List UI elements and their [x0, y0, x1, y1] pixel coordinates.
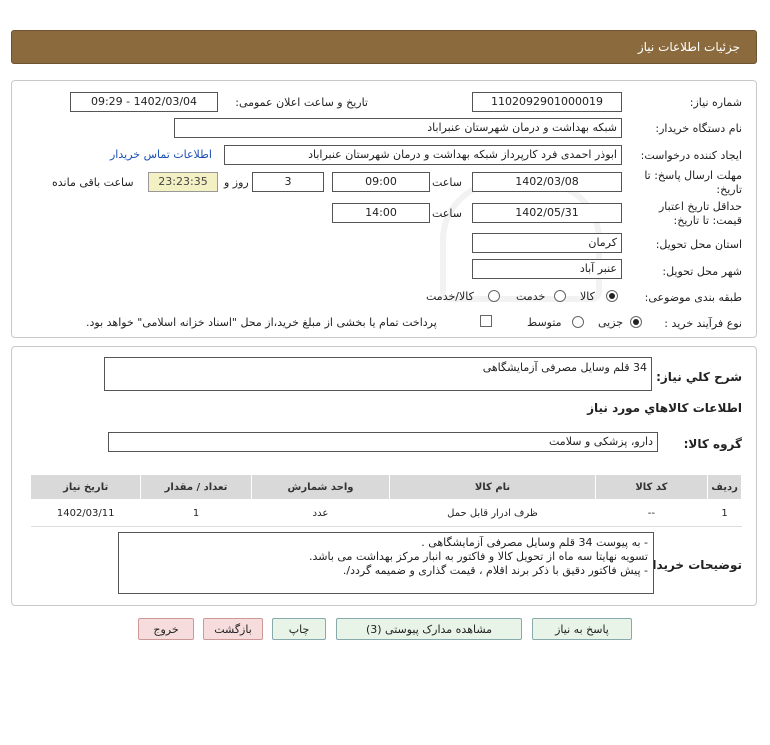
- cell-name: ظرف ادرار قابل حمل: [389, 499, 596, 527]
- deadline-date-field[interactable]: 1402/03/08: [472, 172, 622, 192]
- description-label: شرح كلي نياز:: [656, 370, 742, 384]
- deadline-label-line2: تاریخ:: [716, 183, 742, 196]
- col-unit: واحد شمارش: [250, 474, 391, 500]
- goods-group-label: گروه کالا:: [683, 437, 742, 451]
- deadline-label-line1: مهلت ارسال پاسخ: تا: [644, 169, 742, 182]
- notes-line-3: - پیش فاکتور دقیق با ذکر برند اقلام ، قی…: [342, 564, 648, 577]
- city-label: شهر محل تحویل:: [662, 265, 742, 278]
- col-row: ردیف: [707, 474, 742, 500]
- cell-date: 1402/03/11: [30, 499, 141, 527]
- exit-button[interactable]: خروج: [138, 618, 194, 640]
- remaining-time-field: 23:23:35: [148, 172, 218, 192]
- creator-label: ایجاد کننده درخواست:: [640, 149, 742, 162]
- deadline-time-field[interactable]: 09:00: [332, 172, 430, 192]
- announce-label: تاریخ و ساعت اعلان عمومی:: [235, 96, 368, 109]
- contact-buyer-link[interactable]: اطلاعات تماس خریدار: [110, 148, 212, 161]
- process-label: نوع فرآیند خرید :: [664, 317, 742, 330]
- description-field[interactable]: 34 قلم وسایل مصرفی آزمایشگاهی: [104, 357, 652, 391]
- validity-time-label: ساعت: [432, 207, 462, 220]
- announce-field[interactable]: 1402/03/04 - 09:29: [70, 92, 218, 112]
- category-option-goods: کالا: [580, 290, 595, 303]
- notes-line-2: تسویه نهایتا سه ماه از تحویل کالا و فاکت…: [308, 550, 648, 563]
- validity-label-line2: قیمت: تا تاریخ:: [673, 214, 742, 227]
- cell-code: --: [595, 499, 708, 527]
- category-option-service: خدمت: [516, 290, 546, 303]
- print-button[interactable]: چاپ: [272, 618, 326, 640]
- cell-row: 1: [707, 499, 742, 527]
- goods-table: ردیف کد کالا نام کالا واحد شمارش تعداد /…: [29, 474, 742, 527]
- process-option-medium: متوسط: [527, 316, 562, 329]
- col-code: کد کالا: [594, 474, 709, 500]
- goods-group-field[interactable]: دارو، پزشکی و سلامت: [108, 432, 658, 452]
- need-number-field[interactable]: 1102092901000019: [472, 92, 622, 112]
- creator-field[interactable]: ابوذر احمدی فرد کارپرداز شبکه بهداشت و د…: [224, 145, 622, 165]
- category-label: طبقه بندی موضوعی:: [644, 291, 742, 304]
- province-label: استان محل تحویل:: [655, 238, 742, 251]
- category-option-both: کالا/خدمت: [426, 290, 474, 303]
- page-title: جزئیات اطلاعات نیاز: [637, 40, 740, 54]
- treasury-checkbox[interactable]: [480, 315, 492, 327]
- goods-table-header: ردیف کد کالا نام کالا واحد شمارش تعداد /…: [29, 474, 742, 500]
- cell-unit: عدد: [251, 499, 390, 527]
- notes-line-1: - به پیوست 34 قلم وسایل مصرفی آزمایشگاهی…: [421, 536, 648, 549]
- validity-label-line1: حداقل تاریخ اعتبار: [658, 200, 742, 213]
- back-button[interactable]: بازگشت: [203, 618, 263, 640]
- process-radio-minor[interactable]: [630, 316, 642, 328]
- notes-label: توضیحات خریدار:: [640, 558, 742, 572]
- page-header: جزئیات اطلاعات نیاز: [11, 30, 757, 64]
- validity-date-field[interactable]: 1402/05/31: [472, 203, 622, 223]
- goods-section-title: اطلاعات کالاهاي مورد نياز: [587, 401, 742, 415]
- process-option-minor: جزیی: [598, 316, 624, 329]
- cell-qty: 1: [140, 499, 252, 527]
- payment-note: پرداخت تمام یا بخشی از مبلغ خرید،از محل …: [86, 316, 437, 329]
- process-radio-medium[interactable]: [572, 316, 584, 328]
- reply-button[interactable]: پاسخ به نیاز: [532, 618, 632, 640]
- remaining-label: ساعت باقی مانده: [52, 176, 134, 189]
- category-radio-service[interactable]: [554, 290, 566, 302]
- attachments-button[interactable]: مشاهده مدارک پیوستی (3): [336, 618, 522, 640]
- col-date: تاریخ نیاز: [29, 474, 142, 500]
- col-name: نام کالا: [389, 474, 596, 500]
- need-number-label: شماره نیاز:: [689, 96, 742, 109]
- validity-time-field[interactable]: 14:00: [332, 203, 430, 223]
- category-radio-goods[interactable]: [606, 290, 618, 302]
- buyer-org-field[interactable]: شبکه بهداشت و درمان شهرستان عنبراباد: [174, 118, 622, 138]
- buyer-org-label: نام دستگاه خریدار:: [655, 122, 742, 135]
- days-field[interactable]: 3: [252, 172, 324, 192]
- city-field[interactable]: عنبر آباد: [472, 259, 622, 279]
- col-qty: تعداد / مقدار: [140, 474, 252, 500]
- days-label: روز و: [224, 176, 249, 189]
- deadline-time-label: ساعت: [432, 176, 462, 189]
- category-radio-both[interactable]: [488, 290, 500, 302]
- province-field[interactable]: کرمان: [472, 233, 622, 253]
- notes-box: - به پیوست 34 قلم وسایل مصرفی آزمایشگاهی…: [118, 532, 654, 594]
- table-row[interactable]: 1 -- ظرف ادرار قابل حمل عدد 1 1402/03/11: [30, 499, 742, 527]
